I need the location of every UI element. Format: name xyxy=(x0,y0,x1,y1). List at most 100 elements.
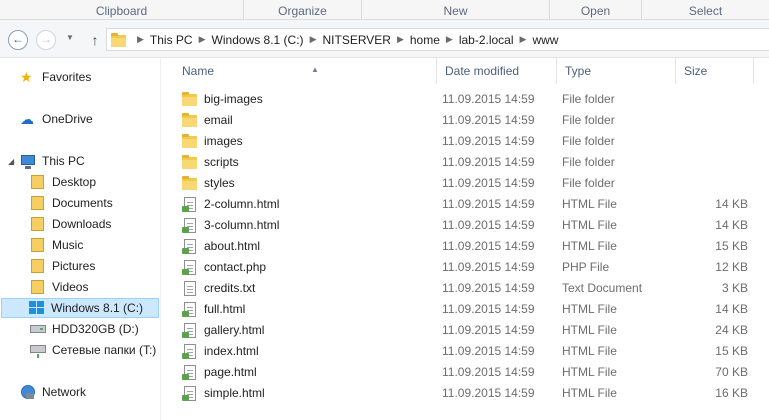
nav-item-videos[interactable]: Videos xyxy=(30,277,88,297)
downloads-folder-icon xyxy=(30,216,46,232)
breadcrumb-separator-icon[interactable]: ▶ xyxy=(310,34,317,45)
file-size xyxy=(681,152,748,173)
nav-item-favorites[interactable]: ★ Favorites xyxy=(20,67,91,87)
folder-icon xyxy=(182,154,198,171)
cloud-icon: ☁ xyxy=(20,111,34,127)
breadcrumb-lab-2-local[interactable]: lab-2.local xyxy=(459,33,514,47)
nav-item-onedrive[interactable]: ☁ OneDrive xyxy=(20,109,93,129)
html-file-icon xyxy=(182,385,198,402)
nav-item-network-drive-t[interactable]: Сетевые папки (T:) xyxy=(30,340,156,360)
breadcrumb-nitserver[interactable]: NITSERVER xyxy=(322,33,390,47)
file-name-cell[interactable]: 3-column.html xyxy=(182,215,279,236)
file-row[interactable]: full.html 11.09.2015 14:59 HTML File 14 KB xyxy=(162,299,769,320)
file-row[interactable]: styles 11.09.2015 14:59 File folder xyxy=(162,173,769,194)
music-folder-icon xyxy=(30,237,46,253)
file-date: 11.09.2015 14:59 xyxy=(442,155,535,169)
nav-item-downloads[interactable]: Downloads xyxy=(30,214,111,234)
file-type: HTML File xyxy=(562,386,617,400)
file-size: 14 KB xyxy=(715,218,748,232)
nav-item-network[interactable]: Network xyxy=(20,382,86,402)
nav-item-pictures[interactable]: Pictures xyxy=(30,256,95,276)
html-file-icon xyxy=(182,217,198,234)
file-type: HTML File xyxy=(562,365,617,379)
column-header-type[interactable]: Type xyxy=(557,58,676,84)
file-size: 15 KB xyxy=(715,344,748,358)
breadcrumb-separator-icon[interactable]: ▶ xyxy=(199,34,206,45)
ribbon-group-organize: Organize xyxy=(244,0,362,20)
file-name-cell[interactable]: simple.html xyxy=(182,383,265,404)
file-row[interactable]: about.html 11.09.2015 14:59 HTML File 15 KB xyxy=(162,236,769,257)
column-header-size[interactable]: Size xyxy=(676,58,754,84)
nav-item-music[interactable]: Music xyxy=(30,235,83,255)
nav-item-drive-c[interactable]: Windows 8.1 (C:) xyxy=(1,298,159,318)
file-row[interactable]: email 11.09.2015 14:59 File folder xyxy=(162,110,769,131)
videos-folder-icon xyxy=(30,279,46,295)
file-row[interactable]: index.html 11.09.2015 14:59 HTML File 15 KB xyxy=(162,341,769,362)
folder-icon xyxy=(182,91,198,108)
file-name-cell[interactable]: index.html xyxy=(182,341,259,362)
file-row[interactable]: scripts 11.09.2015 14:59 File folder xyxy=(162,152,769,173)
column-header-date-modified[interactable]: Date modified xyxy=(437,58,557,84)
expand-arrow-icon[interactable]: ◢ xyxy=(8,157,14,166)
breadcrumb-separator-icon[interactable]: ▶ xyxy=(446,34,453,45)
file-name: index.html xyxy=(204,344,259,358)
computer-icon xyxy=(20,153,36,169)
sort-ascending-icon: ▲ xyxy=(311,65,319,74)
file-name: big-images xyxy=(204,92,263,106)
breadcrumb-separator-icon[interactable]: ▶ xyxy=(137,34,144,45)
breadcrumb-www[interactable]: www xyxy=(532,33,558,47)
file-name: credits.txt xyxy=(204,281,256,295)
file-date: 11.09.2015 14:59 xyxy=(442,323,535,337)
breadcrumb-home[interactable]: home xyxy=(410,33,440,47)
file-name-cell[interactable]: big-images xyxy=(182,89,263,110)
nav-item-documents[interactable]: Documents xyxy=(30,193,113,213)
column-header-name[interactable]: ▲ Name xyxy=(174,58,437,84)
file-name-cell[interactable]: gallery.html xyxy=(182,320,264,341)
address-bar[interactable]: ▶ This PC ▶ Windows 8.1 (C:) ▶ NITSERVER… xyxy=(106,28,769,51)
file-row[interactable]: simple.html 11.09.2015 14:59 HTML File 16 K… xyxy=(162,383,769,404)
breadcrumb-this-pc[interactable]: This PC xyxy=(150,33,193,47)
back-button[interactable]: ← xyxy=(8,30,28,50)
file-row[interactable]: big-images 11.09.2015 14:59 File folder xyxy=(162,89,769,110)
file-row[interactable]: page.html 11.09.2015 14:59 HTML File 70 KB xyxy=(162,362,769,383)
file-name-cell[interactable]: images xyxy=(182,131,243,152)
file-name-cell[interactable]: email xyxy=(182,110,233,131)
network-drive-icon xyxy=(30,342,46,358)
address-toolbar: ← → ▼ ↑ ▶ This PC ▶ Windows 8.1 (C:) ▶ N… xyxy=(0,20,769,58)
nav-item-desktop[interactable]: Desktop xyxy=(30,172,96,192)
file-row[interactable]: 2-column.html 11.09.2015 14:59 HTML File 14… xyxy=(162,194,769,215)
nav-item-label: Desktop xyxy=(52,175,97,189)
file-date: 11.09.2015 14:59 xyxy=(442,260,535,274)
folder-icon xyxy=(111,33,127,47)
file-name-cell[interactable]: styles xyxy=(182,173,235,194)
file-name-cell[interactable]: page.html xyxy=(182,362,257,383)
file-name-cell[interactable]: scripts xyxy=(182,152,239,173)
ribbon-group-labels: Clipboard Organize New Open Select xyxy=(0,0,769,20)
file-row[interactable]: contact.php 11.09.2015 14:59 PHP File 12 KB xyxy=(162,257,769,278)
file-type: HTML File xyxy=(562,239,617,253)
file-name-cell[interactable]: about.html xyxy=(182,236,260,257)
breadcrumb-separator-icon[interactable]: ▶ xyxy=(397,34,404,45)
nav-item-this-pc[interactable]: This PC xyxy=(20,151,85,171)
file-name-cell[interactable]: credits.txt xyxy=(182,278,255,299)
file-row[interactable]: 3-column.html 11.09.2015 14:59 HTML File 14… xyxy=(162,215,769,236)
ribbon-group-clipboard: Clipboard xyxy=(0,0,244,20)
forward-button[interactable]: → xyxy=(36,30,56,50)
html-file-icon xyxy=(182,343,198,360)
file-row[interactable]: gallery.html 11.09.2015 14:59 HTML File 24 … xyxy=(162,320,769,341)
file-name: full.html xyxy=(204,302,246,316)
file-row[interactable]: images 11.09.2015 14:59 File folder xyxy=(162,131,769,152)
file-name: images xyxy=(204,134,243,148)
breadcrumb-separator-icon[interactable]: ▶ xyxy=(520,34,527,45)
file-size: 15 KB xyxy=(715,239,748,253)
file-name-cell[interactable]: full.html xyxy=(182,299,245,320)
file-row[interactable]: credits.txt 11.09.2015 14:59 Text Document… xyxy=(162,278,769,299)
recent-locations-chevron-icon[interactable]: ▼ xyxy=(66,33,74,42)
up-arrow-icon[interactable]: ↑ xyxy=(88,30,102,50)
file-type: PHP File xyxy=(562,260,610,274)
file-name-cell[interactable]: 2-column.html xyxy=(182,194,279,215)
file-name-cell[interactable]: contact.php xyxy=(182,257,266,278)
breadcrumb-drive-c[interactable]: Windows 8.1 (C:) xyxy=(212,33,304,47)
file-size: 14 KB xyxy=(715,197,748,211)
nav-item-drive-d[interactable]: HDD320GB (D:) xyxy=(30,319,139,339)
